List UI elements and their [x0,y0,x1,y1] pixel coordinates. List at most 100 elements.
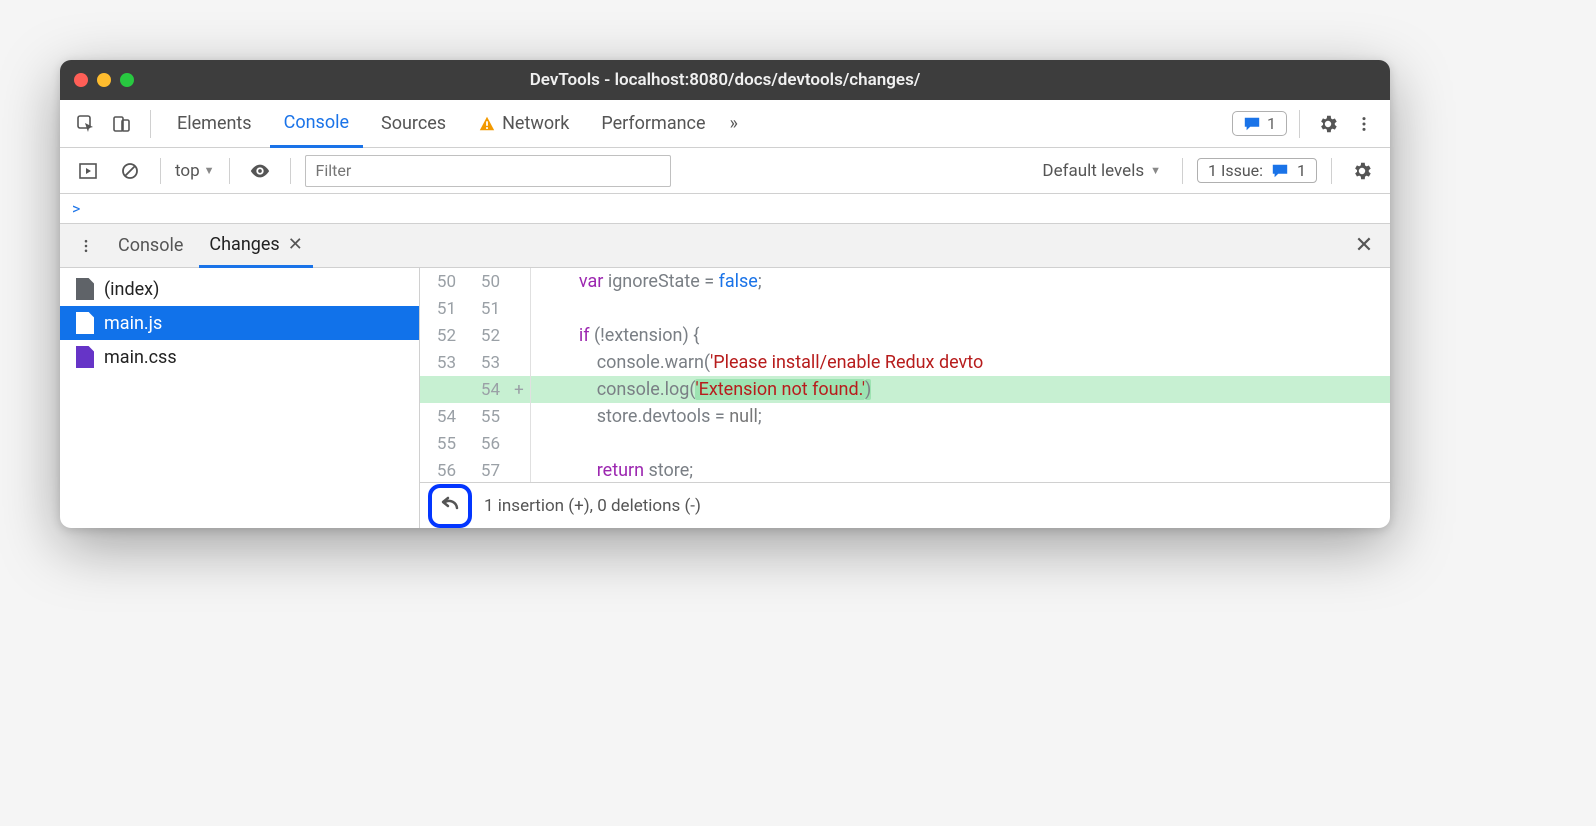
line-number-old: 55 [420,434,464,454]
toggle-sidebar-button[interactable] [72,155,104,187]
gear-icon [1317,113,1339,135]
kebab-icon [78,238,94,254]
line-number-new: 50 [464,272,508,292]
device-toggle-icon[interactable] [106,108,138,140]
drawer-tabbar: Console Changes ✕ ✕ [60,224,1390,268]
kebab-menu-button[interactable] [1348,108,1380,140]
diff-row: 5151 [420,295,1390,322]
drawer-tab-changes[interactable]: Changes ✕ [199,224,312,268]
eye-icon [249,160,271,182]
drawer-tab-label: Console [118,235,183,256]
diff-marker [508,407,530,427]
settings-button[interactable] [1312,108,1344,140]
live-expression-button[interactable] [244,155,276,187]
issues-badge[interactable]: 1 [1232,111,1287,136]
revert-button[interactable] [428,484,472,528]
drawer-close-button[interactable]: ✕ [1348,230,1380,262]
tab-network[interactable]: Network [464,100,583,148]
issue-pill[interactable]: 1 Issue: 1 [1197,158,1317,183]
separator [1182,158,1183,184]
window-title: DevTools - localhost:8080/docs/devtools/… [60,70,1390,90]
diff-marker [508,461,530,481]
file-item[interactable]: (index) [60,272,419,306]
diff-marker [508,299,530,319]
diff-row: 5657 return store; [420,457,1390,482]
file-name: main.css [104,347,177,368]
file-icon [76,278,94,300]
diff-view[interactable]: 5050 var ignoreState = false;5151 5252 i… [420,268,1390,482]
message-icon [1271,162,1289,180]
tab-label: Performance [601,113,705,134]
window-zoom-button[interactable] [120,73,134,87]
separator [160,158,161,184]
close-tab-button[interactable]: ✕ [288,234,303,255]
gutter-line [530,349,531,376]
warning-icon [478,115,496,133]
separator [1299,110,1300,138]
line-number-new: 57 [464,461,508,481]
line-number-old: 51 [420,299,464,319]
tab-sources[interactable]: Sources [367,100,460,148]
gutter-line [530,457,531,482]
line-number-new: 53 [464,353,508,373]
line-number-new: 54 [464,380,508,400]
gutter-line [530,268,531,295]
drawer-tab-label: Changes [209,234,279,255]
titlebar: DevTools - localhost:8080/docs/devtools/… [60,60,1390,100]
tab-performance[interactable]: Performance [587,100,719,148]
drawer-kebab-button[interactable] [70,230,102,262]
chevron-down-icon: ▼ [1150,164,1161,177]
gutter-line [530,376,531,403]
tab-console[interactable]: Console [270,100,363,148]
window-close-button[interactable] [74,73,88,87]
close-icon: ✕ [1355,233,1373,258]
issue-count: 1 [1297,161,1306,180]
tab-elements[interactable]: Elements [163,100,266,148]
levels-label: Default levels [1042,161,1144,181]
diff-footer: 1 insertion (+), 0 deletions (-) [420,482,1390,528]
file-icon [76,346,94,368]
devtools-window: DevTools - localhost:8080/docs/devtools/… [60,60,1390,528]
context-select[interactable]: top ▼ [175,161,215,181]
line-number-new: 56 [464,434,508,454]
filter-input[interactable] [305,155,671,187]
code-line: return store; [561,460,693,481]
issues-count: 1 [1267,114,1276,133]
drawer-tab-console[interactable]: Console [108,224,193,268]
log-levels-select[interactable]: Default levels ▼ [1035,158,1168,184]
console-prompt[interactable]: > [60,194,1390,224]
inspect-icon[interactable] [70,108,102,140]
separator [1331,158,1332,184]
window-minimize-button[interactable] [97,73,111,87]
diff-row: 5050 var ignoreState = false; [420,268,1390,295]
clear-icon [120,161,140,181]
diff-marker [508,326,530,346]
traffic-lights [74,73,134,87]
file-icon [76,312,94,334]
file-item[interactable]: main.css [60,340,419,374]
changed-files-list: (index)main.js main.css [60,268,420,528]
issue-label: 1 Issue: [1208,161,1263,180]
diff-marker [508,434,530,454]
line-number-old: 56 [420,461,464,481]
diff-row: 5353 console.warn('Please install/enable… [420,349,1390,376]
diff-row: 5252 if (!extension) { [420,322,1390,349]
console-settings-button[interactable] [1346,155,1378,187]
chevron-double-icon: » [730,113,738,134]
separator [290,158,291,184]
tabs-overflow-button[interactable]: » [724,100,744,148]
gutter-line [530,403,531,430]
diff-column: 5050 var ignoreState = false;5151 5252 i… [420,268,1390,528]
code-line: if (!extension) { [561,325,699,346]
diff-row: 5556 [420,430,1390,457]
clear-console-button[interactable] [114,155,146,187]
console-toolbar: top ▼ Default levels ▼ 1 Issue: 1 [60,148,1390,194]
code-line: console.log('Extension not found.') [561,379,871,400]
changes-panel: (index)main.js main.css 5050 var ignoreSt… [60,268,1390,528]
gear-icon [1351,160,1373,182]
tab-label: Network [502,113,569,134]
chevron-down-icon: ▼ [204,164,215,177]
message-icon [1243,115,1261,133]
undo-icon [438,494,462,518]
file-item[interactable]: main.js [60,306,419,340]
